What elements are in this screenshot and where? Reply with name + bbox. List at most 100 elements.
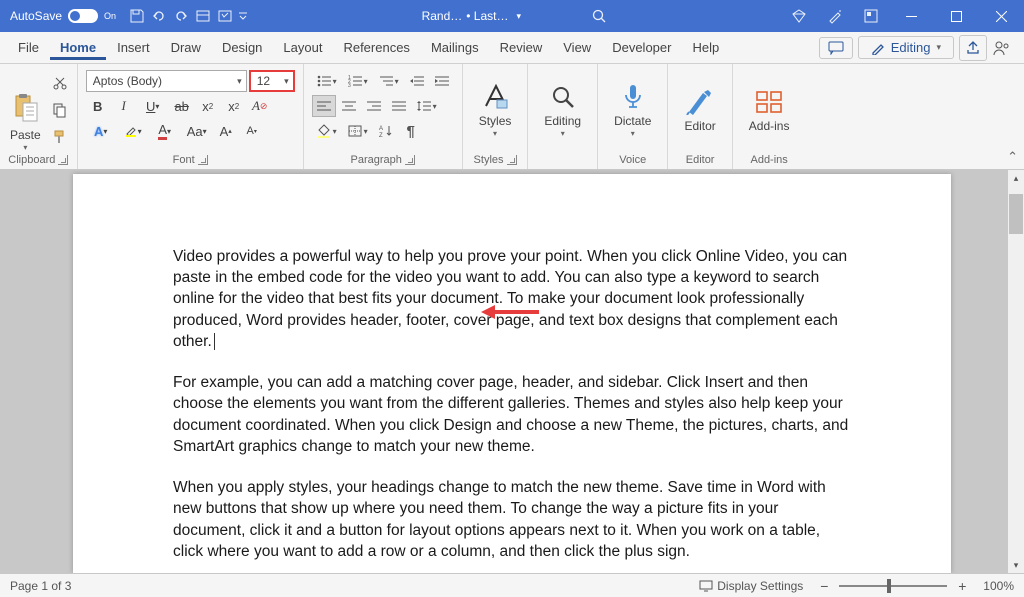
zoom-slider[interactable] [839, 585, 947, 587]
menu-view[interactable]: View [553, 35, 601, 60]
chevron-down-icon: ▾ [936, 42, 941, 53]
change-case-button[interactable]: Aa ▾ [182, 120, 212, 142]
document-page[interactable]: Video provides a powerful way to help yo… [73, 174, 951, 573]
menu-mailings[interactable]: Mailings [421, 35, 489, 60]
scroll-up-icon[interactable]: ▴ [1008, 170, 1024, 186]
redo-icon[interactable] [170, 5, 192, 27]
minimize-button[interactable] [889, 0, 934, 32]
microphone-icon [618, 82, 648, 112]
numbering-button[interactable]: 123▾ [343, 70, 373, 92]
menu-references[interactable]: References [333, 35, 419, 60]
justify-button[interactable] [387, 95, 411, 117]
font-launcher[interactable] [198, 155, 208, 165]
scroll-down-icon[interactable]: ▾ [1008, 557, 1024, 573]
paste-button[interactable]: Paste ▾ [6, 68, 45, 152]
menu-insert[interactable]: Insert [107, 35, 160, 60]
editing-mode-button[interactable]: Editing ▾ [858, 36, 954, 59]
diamond-icon[interactable] [781, 5, 817, 27]
styles-button[interactable]: Styles ▾ [469, 68, 522, 152]
sort-button[interactable]: AZ [374, 120, 398, 142]
clipboard-launcher[interactable] [58, 155, 68, 165]
line-spacing-button[interactable]: ▾ [412, 95, 442, 117]
menu-draw[interactable]: Draw [161, 35, 211, 60]
share-button[interactable] [959, 35, 987, 61]
bold-button[interactable]: B [86, 95, 110, 117]
editor-icon [685, 87, 715, 117]
font-name-select[interactable]: Aptos (Body)▾ [86, 70, 247, 92]
maximize-button[interactable] [934, 0, 979, 32]
clear-format-icon[interactable]: A⊘ [248, 95, 272, 117]
decrease-indent-button[interactable] [405, 70, 429, 92]
qat-icon1[interactable] [192, 5, 214, 27]
addins-button[interactable]: Add-ins [739, 68, 800, 152]
collapse-ribbon-icon[interactable]: ⌃ [1007, 149, 1018, 165]
menu-bar: File Home Insert Draw Design Layout Refe… [0, 32, 1024, 64]
qat-dropdown-icon[interactable] [236, 5, 250, 27]
styles-launcher[interactable] [507, 155, 517, 165]
collab-icon[interactable] [988, 35, 1016, 61]
zoom-level[interactable]: 100% [983, 579, 1014, 593]
comments-button[interactable] [819, 37, 853, 59]
paragraph-launcher[interactable] [405, 155, 415, 165]
chevron-down-icon: ▾ [561, 129, 565, 138]
vertical-scrollbar[interactable]: ▴ ▾ [1008, 170, 1024, 573]
zoom-out-button[interactable]: − [817, 578, 831, 594]
editing-button[interactable]: Editing ▾ [534, 68, 591, 152]
menu-review[interactable]: Review [490, 35, 553, 60]
paragraph-3: When you apply styles, your headings cha… [173, 477, 851, 562]
show-marks-button[interactable]: ¶ [399, 120, 423, 142]
svg-text:A: A [379, 126, 383, 132]
copy-icon[interactable] [51, 101, 69, 119]
editor-button[interactable]: Editor [674, 68, 725, 152]
borders-button[interactable]: ▾ [343, 120, 373, 142]
zoom-in-button[interactable]: + [955, 578, 969, 594]
multilevel-button[interactable]: ▾ [374, 70, 404, 92]
text-effects-button[interactable]: A ▾ [86, 120, 116, 142]
cut-icon[interactable] [51, 74, 69, 92]
font-size-select[interactable]: 12▾ [249, 70, 295, 92]
search-icon[interactable] [579, 5, 619, 27]
chevron-down-icon: ▾ [23, 143, 27, 152]
shrink-font-button[interactable]: A▾ [240, 120, 264, 142]
display-settings-button[interactable]: Display Settings [699, 579, 803, 593]
align-center-button[interactable] [337, 95, 361, 117]
menu-layout[interactable]: Layout [273, 35, 332, 60]
strike-button[interactable]: ab [170, 95, 194, 117]
pen-sparkle-icon[interactable] [817, 5, 853, 27]
menu-file[interactable]: File [8, 35, 49, 60]
paragraph-2: For example, you can add a matching cove… [173, 372, 851, 457]
autosave-label: AutoSave [10, 9, 62, 23]
format-painter-icon[interactable] [51, 128, 69, 146]
align-right-button[interactable] [362, 95, 386, 117]
grow-font-button[interactable]: A▴ [214, 120, 238, 142]
underline-button[interactable]: U ▾ [138, 95, 168, 117]
align-left-button[interactable] [312, 95, 336, 117]
page-indicator[interactable]: Page 1 of 3 [10, 579, 71, 593]
autosave[interactable]: AutoSave On [0, 9, 126, 23]
increase-indent-button[interactable] [430, 70, 454, 92]
undo-icon[interactable] [148, 5, 170, 27]
doc-title[interactable]: Rand… • Last… ▾ [412, 9, 531, 23]
menu-home[interactable]: Home [50, 35, 106, 60]
close-button[interactable] [979, 0, 1024, 32]
menu-developer[interactable]: Developer [602, 35, 681, 60]
dictate-button[interactable]: Dictate ▾ [604, 68, 661, 152]
highlight-button[interactable]: ▾ [118, 120, 148, 142]
chevron-down-icon: ▾ [284, 76, 289, 87]
subscript-button[interactable]: x2 [196, 95, 220, 117]
bullets-button[interactable]: ▾ [312, 70, 342, 92]
autosave-toggle[interactable] [68, 9, 98, 23]
addins-icon [754, 87, 784, 117]
app-icon[interactable] [853, 5, 889, 27]
qat-icon2[interactable] [214, 5, 236, 27]
ribbon: Paste ▾ Clipboard Aptos (Body)▾ 12▾ B I [0, 64, 1024, 170]
superscript-button[interactable]: x2 [222, 95, 246, 117]
paragraph-1: Video provides a powerful way to help yo… [173, 248, 847, 350]
italic-button[interactable]: I [112, 95, 136, 117]
scroll-thumb[interactable] [1009, 194, 1023, 234]
font-color-button[interactable]: A ▾ [150, 120, 180, 142]
menu-design[interactable]: Design [212, 35, 272, 60]
save-icon[interactable] [126, 5, 148, 27]
shading-button[interactable]: ▾ [312, 120, 342, 142]
menu-help[interactable]: Help [682, 35, 729, 60]
